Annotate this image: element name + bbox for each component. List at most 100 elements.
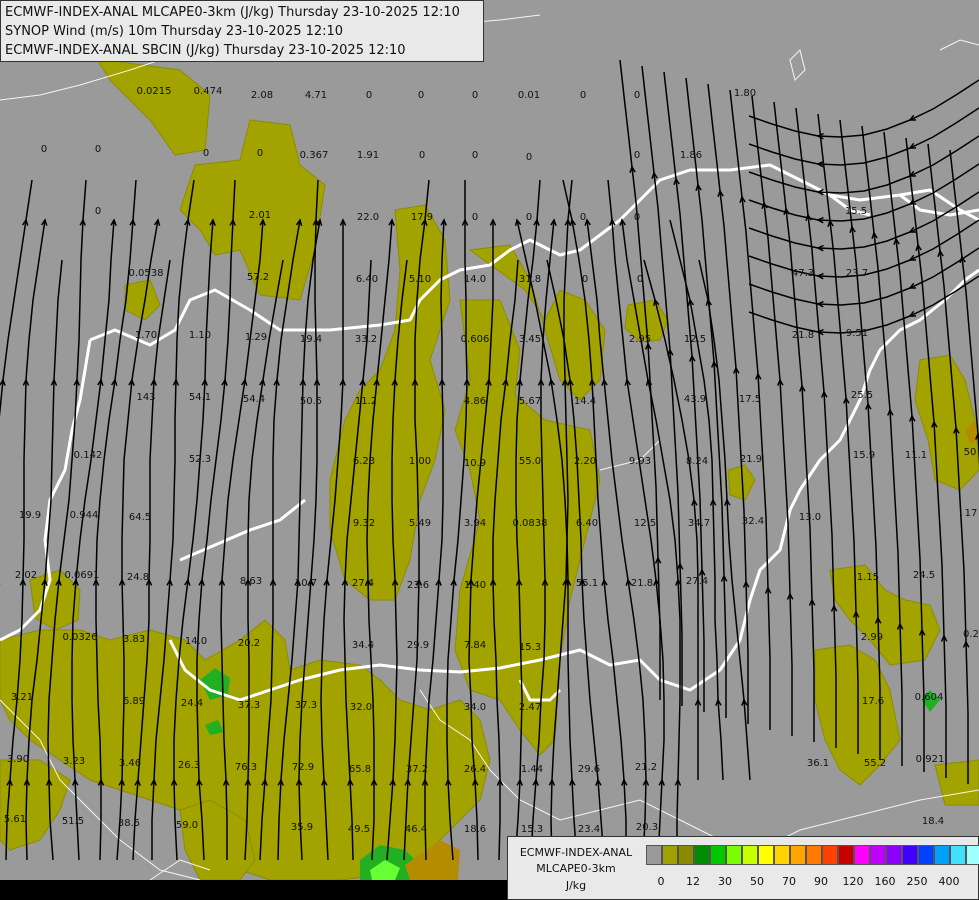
legend-color-cell (918, 845, 934, 865)
sbcin-value-label: 0.474 (194, 86, 223, 97)
sbcin-value-label: 51.5 (62, 816, 84, 827)
sbcin-value-label: 25.5 (851, 390, 873, 401)
sbcin-value-label: 1.44 (521, 764, 543, 775)
sbcin-value-label: 0 (418, 90, 424, 101)
sbcin-value-label: 54.4 (243, 394, 265, 405)
sbcin-value-label: 1.29 (245, 332, 267, 343)
sbcin-value-label: 15.3 (519, 642, 541, 653)
legend-tick-label: 160 (874, 875, 896, 888)
legend-color-cell (710, 845, 726, 865)
sbcin-value-label: 43.9 (684, 394, 706, 405)
sbcin-value-label: 4.71 (305, 90, 327, 101)
sbcin-value-label: 55.0 (519, 456, 541, 467)
sbcin-value-label: 15.9 (853, 450, 875, 461)
sbcin-value-label: 14.0 (464, 274, 486, 285)
legend-title-line-2: MLCAPE0-3km (536, 862, 616, 875)
sbcin-value-label: 0.0326 (63, 632, 98, 643)
sbcin-value-label: 5.67 (519, 396, 541, 407)
sbcin-value-label: 0.606 (461, 334, 490, 345)
sbcin-value-label: 12.5 (684, 334, 706, 345)
sbcin-value-label: 26.3 (178, 760, 200, 771)
sbcin-value-label: 38.5 (118, 818, 140, 829)
sbcin-value-label: 37.2 (406, 764, 428, 775)
sbcin-value-label: 0 (582, 274, 588, 285)
sbcin-value-label: 52.3 (189, 454, 211, 465)
sbcin-value-label: 3.46 (119, 758, 141, 769)
sbcin-value-label: 47.3 (792, 268, 814, 279)
legend-color-cell (886, 845, 902, 865)
legend-tick-label: 400 (938, 875, 960, 888)
map-title-box: ECMWF-INDEX-ANAL MLCAPE0-3km (J/kg) Thur… (0, 0, 484, 62)
sbcin-value-label: 20.2 (238, 638, 260, 649)
sbcin-value-label: 0 (580, 212, 586, 223)
sbcin-value-label: 11.2 (355, 396, 377, 407)
sbcin-value-label: 3.94 (464, 518, 486, 529)
legend-tick-label: 30 (718, 875, 732, 888)
sbcin-value-label: 19.4 (300, 334, 322, 345)
sbcin-value-label: 29.9 (407, 640, 429, 651)
sbcin-value-label: 9.32 (353, 518, 375, 529)
sbcin-value-label: 2.02 (15, 570, 37, 581)
sbcin-value-label: 4.86 (464, 396, 486, 407)
sbcin-value-label: 12.5 (634, 518, 656, 529)
sbcin-value-label: 15.3 (521, 824, 543, 835)
sbcin-value-label: 6.89 (123, 696, 145, 707)
legend-color-cell (790, 845, 806, 865)
sbcin-value-label: 26.4 (464, 764, 486, 775)
sbcin-value-label: 14.4 (574, 396, 596, 407)
legend-color-cell (822, 845, 838, 865)
legend-color-cell (966, 845, 979, 865)
sbcin-value-label: 22.0 (357, 212, 379, 223)
sbcin-value-label: 0 (637, 274, 643, 285)
sbcin-value-label: 1.40 (464, 580, 486, 591)
sbcin-value-label: 0 (203, 148, 209, 159)
sbcin-value-label: 8.63 (240, 576, 262, 587)
sbcin-value-label: 10.7 (295, 578, 317, 589)
sbcin-value-label: 1.10 (189, 330, 211, 341)
sbcin-value-label: 0.604 (915, 692, 944, 703)
sbcin-value-label: 0.944 (70, 510, 99, 521)
sbcin-value-label: 0.921 (916, 754, 945, 765)
legend-tick-label: 0 (657, 875, 665, 888)
sbcin-value-label: 64.5 (129, 512, 151, 523)
legend-tick-label: 12 (686, 875, 700, 888)
sbcin-value-label: 0.01 (518, 90, 540, 101)
sbcin-value-label: 2.01 (249, 210, 271, 221)
legend-color-cell (742, 845, 758, 865)
sbcin-value-label: 0.0215 (137, 86, 172, 97)
sbcin-value-label: 0 (580, 90, 586, 101)
sbcin-value-label: 3.21 (11, 692, 33, 703)
sbcin-value-label: 1.00 (409, 456, 431, 467)
sbcin-value-label: 0 (634, 90, 640, 101)
sbcin-value-label: 10.9 (464, 458, 486, 469)
sbcin-value-label: 0 (526, 152, 532, 163)
sbcin-value-label: 24.8 (127, 572, 149, 583)
sbcin-value-label: 34.4 (352, 640, 374, 651)
sbcin-value-label: 33.2 (355, 334, 377, 345)
sbcin-value-label: 72.9 (292, 762, 314, 773)
sbcin-value-label: 3.90 (7, 754, 29, 765)
sbcin-value-label: 17 (965, 508, 978, 519)
sbcin-value-label: 143 (136, 392, 155, 403)
sbcin-value-label: 1.70 (135, 330, 157, 341)
sbcin-value-label: 35.9 (291, 822, 313, 833)
sbcin-value-label: 18.4 (922, 816, 944, 827)
legend-color-bar (646, 845, 979, 865)
legend-tick-label: 250 (906, 875, 928, 888)
sbcin-value-label: 3.23 (63, 756, 85, 767)
sbcin-value-label: 0 (472, 212, 478, 223)
legend-color-cell (950, 845, 966, 865)
sbcin-value-label: 1.80 (734, 88, 756, 99)
legend-title: ECMWF-INDEX-ANAL MLCAPE0-3km (510, 845, 642, 877)
sbcin-value-label: 55.1 (576, 578, 598, 589)
sbcin-value-label: 8.24 (686, 456, 708, 467)
title-line-wind: SYNOP Wind (m/s) 10m Thursday 23-10-2025… (5, 24, 344, 39)
legend-unit: J/kg (565, 879, 587, 892)
sbcin-value-label: 27.4 (352, 578, 374, 589)
sbcin-value-label: 34.0 (464, 702, 486, 713)
sbcin-value-label: 6.23 (353, 456, 375, 467)
sbcin-value-label: 9.93 (629, 456, 651, 467)
sbcin-value-label: 14.0 (185, 636, 207, 647)
sbcin-value-label: 49.5 (348, 824, 370, 835)
sbcin-value-label: 34.7 (688, 518, 710, 529)
